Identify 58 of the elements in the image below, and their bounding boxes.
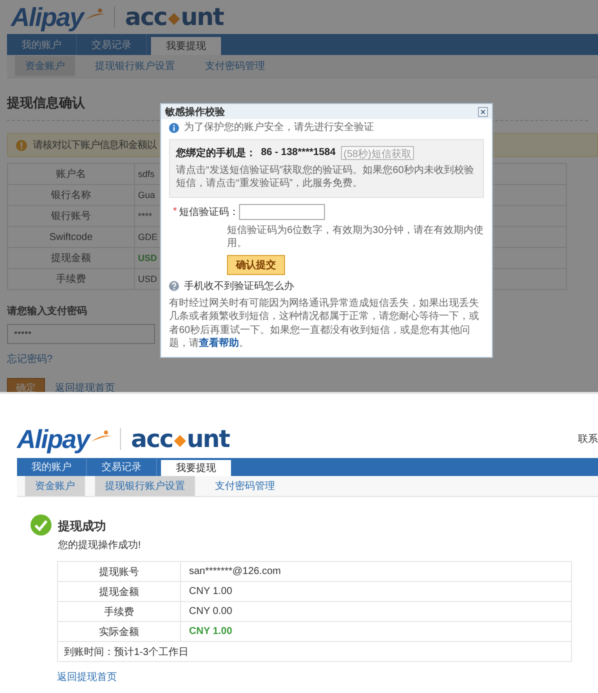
forgot-password-link[interactable]: 忘记密码? xyxy=(7,352,53,366)
subnav-tab[interactable]: 支付密码管理 xyxy=(195,56,275,76)
help-title: 手机收不到验证码怎么办 xyxy=(184,280,294,292)
required-mark: * xyxy=(173,206,177,217)
field-label: 短信验证码： xyxy=(178,206,239,218)
success-message: 您的提现操作成功! xyxy=(58,538,141,552)
table-cell: 提现金额 xyxy=(8,248,134,268)
field-label: 请您输入支付密码 xyxy=(7,304,87,318)
product-logo: unt xyxy=(180,3,224,31)
back-link[interactable]: 返回提现首页 xyxy=(57,670,117,684)
table-cell: 实际金额 xyxy=(58,622,180,642)
diamond-icon xyxy=(174,435,186,447)
table-cell: CNY 1.00 xyxy=(180,622,572,642)
code-input[interactable] xyxy=(238,204,325,220)
info-icon xyxy=(169,122,179,133)
nav-tab[interactable]: 我要提现 xyxy=(161,460,231,476)
table-cell: 手续费 xyxy=(8,268,134,290)
subnav-tab[interactable]: 资金账户 xyxy=(15,56,75,76)
table-cell: 银行名称 xyxy=(8,184,134,206)
page-heading: 提现信息确认 xyxy=(7,94,85,112)
table-cell: CNY 1.00 xyxy=(180,582,572,602)
password-field[interactable]: ••••• xyxy=(7,324,155,344)
brand-logo: Alipay xyxy=(11,2,84,32)
nav-tab[interactable]: 我要提现 xyxy=(151,37,221,55)
contact-link[interactable]: 联系 xyxy=(578,432,598,446)
success-check-icon xyxy=(30,514,52,536)
security-note: 为了保护您的账户安全，请先进行安全验证 xyxy=(184,121,374,134)
phone-label: 您绑定的手机是： xyxy=(176,146,256,160)
brand-logo: Alipay xyxy=(17,424,90,454)
help-text: 有时经过网关时有可能因为网络通讯异常造成短信丢失，如果出现丢失几条或者频繁收到短信，这种情况都属于正常，请您耐心等待一下，或者60秒后再重试一下。如果您一直都没有收到短信，或是您有其他问题，请查看帮助。 xyxy=(169,296,480,350)
product-logo: acc xyxy=(125,3,167,31)
success-title: 提现成功 xyxy=(58,518,107,535)
table-cell: CNY 0.00 xyxy=(180,602,572,622)
submit-button[interactable]: 确认提交 xyxy=(227,254,285,274)
table-cell: Swiftcode xyxy=(8,226,134,248)
table-cell: 手续费 xyxy=(58,602,180,622)
product-logo: acc xyxy=(131,425,173,453)
diamond-icon xyxy=(168,13,180,25)
subnav-tab[interactable]: 提现银行账户设置 xyxy=(85,56,185,76)
code-hint: 短信验证码为6位数字，有效期为30分钟，请在有效期内使用。 xyxy=(226,224,484,250)
subnav-tab[interactable]: 支付密码管理 xyxy=(205,476,285,496)
help-icon xyxy=(169,280,179,290)
product-logo: unt xyxy=(186,425,230,453)
table-cell: 提现账号 xyxy=(58,562,180,582)
table-cell: 到账时间：预计1-3个工作日 xyxy=(58,642,572,662)
subnav-tab[interactable]: 资金账户 xyxy=(25,476,85,496)
table-cell: 账户名 xyxy=(8,164,134,184)
table-cell: 银行账号 xyxy=(8,206,134,226)
resend-button[interactable]: (58秒)短信获取 xyxy=(340,146,414,160)
warning-icon xyxy=(16,140,27,150)
help-link[interactable]: 查看帮助 xyxy=(199,338,239,349)
table-cell: san*******@126.com xyxy=(180,562,572,582)
dialog-title: 敏感操作校验 xyxy=(165,106,225,118)
close-icon[interactable] xyxy=(478,106,488,116)
notice-text: 请核对以下账户信息和金额以 xyxy=(33,138,156,152)
phone-number: 86 - 138****1584 xyxy=(261,147,336,158)
table-cell: 提现金额 xyxy=(58,582,180,602)
subnav-tab[interactable]: 提现银行账户设置 xyxy=(95,476,195,496)
